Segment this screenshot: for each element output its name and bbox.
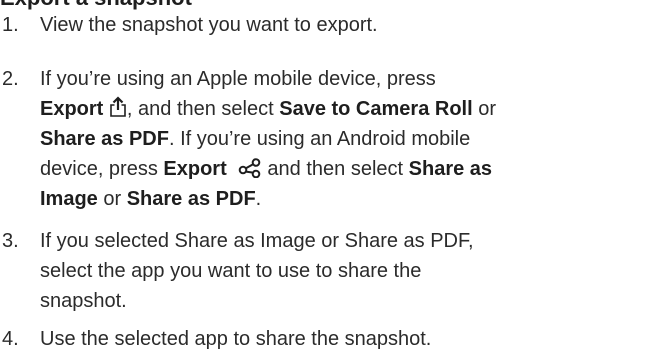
step-3-line-3: snapshot.	[40, 290, 127, 312]
image-label: Image	[40, 188, 98, 210]
step-1-text: View the snapshot you want to export.	[40, 14, 378, 36]
text-run: or	[97, 188, 127, 210]
text-run: device, press	[40, 158, 164, 180]
share-upload-icon	[109, 96, 127, 118]
step-2-line-4: device, press Export and then select Sha…	[40, 154, 640, 184]
save-to-camera-roll-label: Save to Camera Roll	[279, 98, 473, 120]
share-nodes-icon	[238, 158, 262, 178]
text-run: If you’re using an Apple mobile device, …	[40, 68, 436, 90]
step-text: Use the selected app to share the snapsh…	[40, 324, 640, 354]
step-text: View the snapshot you want to export.	[40, 10, 640, 40]
step-2-line-5: Image or Share as PDF.	[40, 184, 640, 214]
text-run: or	[472, 98, 496, 120]
text-run: and then select	[261, 158, 409, 180]
step-2-line-2: Export , and then select Save to Camera …	[40, 94, 640, 124]
step-2-line-1: If you’re using an Apple mobile device, …	[40, 64, 640, 94]
share-as-label: Share as	[408, 158, 493, 180]
step-number: 1.	[2, 14, 19, 36]
step-2-line-3: Share as PDF. If you’re using an Android…	[40, 124, 640, 154]
share-as-pdf-label: Share as PDF	[126, 188, 256, 210]
step-number: 2.	[2, 68, 19, 90]
step-4-text: Use the selected app to share the snapsh…	[40, 328, 432, 350]
text-run: . If you’re using an Android mobile	[168, 128, 471, 150]
text-run: .	[255, 188, 262, 210]
step-text: If you’re using an Apple mobile device, …	[40, 64, 640, 214]
step-3-line-1: If you selected Share as Image or Share …	[40, 230, 474, 252]
step-text: If you selected Share as Image or Share …	[40, 226, 640, 316]
text-run: , and then select	[126, 98, 280, 120]
share-as-pdf-label: Share as PDF	[40, 128, 169, 150]
export-label: Export	[40, 98, 104, 120]
help-page: Export a snapshot 1. View the snapshot y…	[0, 0, 645, 360]
step-number: 3.	[2, 230, 19, 252]
step-number: 4.	[2, 328, 19, 350]
export-label: Export	[163, 158, 227, 180]
step-3-line-2: select the app you want to use to share …	[40, 260, 422, 282]
